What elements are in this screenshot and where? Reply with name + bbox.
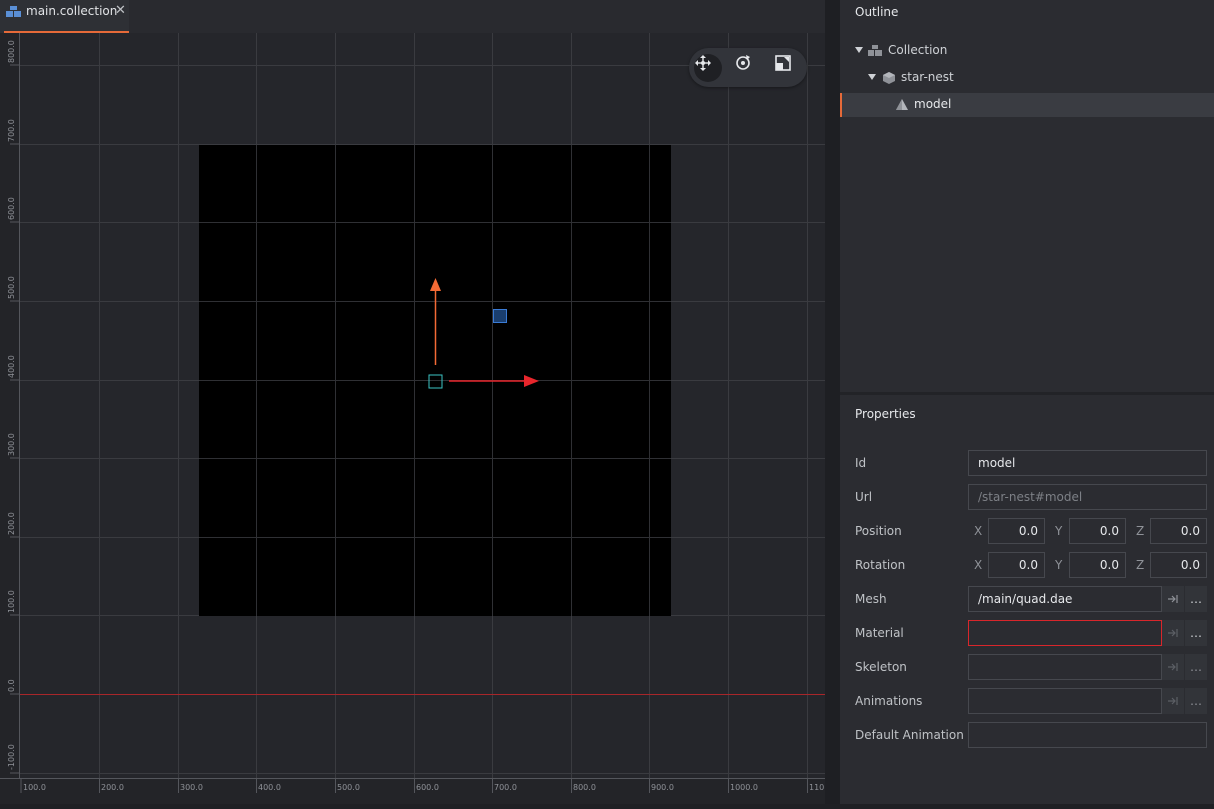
ruler-y-label: 300.0 bbox=[7, 433, 16, 456]
id-field[interactable]: model bbox=[968, 450, 1207, 476]
ruler-y-label: 400.0 bbox=[7, 355, 16, 378]
outline-item-label: Collection bbox=[888, 43, 948, 57]
ruler-x-label: 900.0 bbox=[651, 783, 674, 792]
goto-icon bbox=[1168, 595, 1178, 603]
position-z-label: Z bbox=[1136, 524, 1145, 538]
scale-tool-button[interactable] bbox=[774, 54, 802, 82]
skeleton-goto-button[interactable] bbox=[1162, 654, 1184, 680]
ruler-y-label: -100.0 bbox=[7, 744, 16, 770]
position-x-field[interactable]: 0.0 bbox=[988, 518, 1045, 544]
horizontal-ruler: 100.0 200.0 300.0 400.0 500.0 600.0 700.… bbox=[0, 778, 825, 804]
expand-arrow-icon[interactable] bbox=[868, 74, 876, 80]
mesh-label: Mesh bbox=[855, 592, 887, 606]
properties-title: Properties bbox=[855, 407, 916, 421]
material-label: Material bbox=[855, 626, 904, 640]
position-label: Position bbox=[855, 524, 902, 538]
ruler-y-label: 200.0 bbox=[7, 512, 16, 535]
side-panel: Outline Collection star-nest model Prope… bbox=[840, 0, 1214, 804]
default-animation-label: Default Animation bbox=[855, 728, 964, 742]
id-label: Id bbox=[855, 456, 867, 470]
ruler-y-label: 500.0 bbox=[7, 276, 16, 299]
outline-item-collection[interactable]: Collection bbox=[840, 39, 1214, 63]
ruler-y-label: 100.0 bbox=[7, 590, 16, 613]
rotation-y-label: Y bbox=[1055, 558, 1063, 572]
position-z-field[interactable]: 0.0 bbox=[1150, 518, 1207, 544]
rotate-icon bbox=[736, 55, 750, 70]
goto-icon bbox=[1168, 663, 1178, 671]
outline-panel: Outline Collection star-nest model bbox=[840, 0, 1214, 392]
url-field[interactable]: /star-nest#model bbox=[968, 484, 1207, 510]
animations-label: Animations bbox=[855, 694, 923, 708]
ruler-x-label: 110 bbox=[809, 783, 824, 792]
ruler-y-label: 700.0 bbox=[7, 119, 16, 142]
mesh-field[interactable]: /main/quad.dae bbox=[968, 586, 1162, 612]
material-goto-button[interactable] bbox=[1162, 620, 1184, 646]
skeleton-field[interactable] bbox=[968, 654, 1162, 680]
mesh-browse-button[interactable]: … bbox=[1185, 586, 1207, 612]
expand-arrow-icon[interactable] bbox=[855, 47, 863, 53]
ruler-y-label: 0.0 bbox=[7, 679, 16, 692]
ruler-x-label: 700.0 bbox=[494, 783, 517, 792]
rotation-y-field[interactable]: 0.0 bbox=[1069, 552, 1126, 578]
game-object-icon bbox=[883, 72, 895, 84]
move-icon bbox=[695, 55, 711, 71]
ruler-x-label: 600.0 bbox=[416, 783, 439, 792]
scene-editor: main.collection ✕ 800.0 700.0 600.0 500.… bbox=[0, 0, 825, 804]
tab-bar: main.collection ✕ bbox=[0, 0, 825, 33]
mesh-goto-button[interactable] bbox=[1162, 586, 1184, 612]
url-label: Url bbox=[855, 490, 873, 504]
position-x-label: X bbox=[974, 524, 983, 538]
animations-goto-button[interactable] bbox=[1162, 688, 1184, 714]
selection-indicator bbox=[840, 93, 842, 117]
default-animation-field[interactable] bbox=[968, 722, 1207, 748]
skeleton-browse-button[interactable]: … bbox=[1185, 654, 1207, 680]
close-icon[interactable]: ✕ bbox=[115, 3, 126, 18]
ruler-x-label: 500.0 bbox=[337, 783, 360, 792]
material-field[interactable] bbox=[968, 620, 1162, 646]
transform-toolbar bbox=[689, 48, 807, 87]
material-browse-button[interactable]: … bbox=[1185, 620, 1207, 646]
animations-field[interactable] bbox=[968, 688, 1162, 714]
goto-icon bbox=[1168, 629, 1178, 637]
ruler-x-label: 100.0 bbox=[23, 783, 46, 792]
position-y-label: Y bbox=[1055, 524, 1063, 538]
model-icon bbox=[896, 99, 908, 110]
ruler-x-label: 300.0 bbox=[180, 783, 203, 792]
collection-icon bbox=[868, 45, 882, 56]
scene-viewport[interactable] bbox=[0, 33, 825, 804]
scale-icon bbox=[775, 55, 791, 71]
ruler-x-label: 200.0 bbox=[101, 783, 124, 792]
tab-main-collection[interactable]: main.collection ✕ bbox=[0, 0, 129, 33]
outline-title: Outline bbox=[855, 5, 899, 19]
rotation-x-label: X bbox=[974, 558, 983, 572]
ruler-x-label: 1000.0 bbox=[730, 783, 758, 792]
vertical-ruler: 800.0 700.0 600.0 500.0 400.0 300.0 200.… bbox=[0, 33, 20, 778]
goto-icon bbox=[1168, 697, 1178, 705]
ruler-x-label: 800.0 bbox=[573, 783, 596, 792]
rotation-x-field[interactable]: 0.0 bbox=[988, 552, 1045, 578]
collection-icon bbox=[6, 6, 21, 17]
rotate-tool-button[interactable] bbox=[734, 54, 762, 82]
ruler-x-label: 400.0 bbox=[258, 783, 281, 792]
skeleton-label: Skeleton bbox=[855, 660, 907, 674]
tab-label: main.collection bbox=[26, 4, 118, 18]
panel-splitter[interactable] bbox=[825, 0, 840, 804]
outline-item-model[interactable]: model bbox=[840, 93, 1214, 117]
rotation-label: Rotation bbox=[855, 558, 906, 572]
rotation-z-label: Z bbox=[1136, 558, 1145, 572]
outline-item-star-nest[interactable]: star-nest bbox=[840, 66, 1214, 90]
outline-item-label: model bbox=[914, 97, 952, 111]
move-tool-button[interactable] bbox=[694, 54, 722, 82]
position-y-field[interactable]: 0.0 bbox=[1069, 518, 1126, 544]
properties-panel: Properties Id model Url /star-nest#model… bbox=[840, 395, 1214, 804]
ruler-y-label: 600.0 bbox=[7, 197, 16, 220]
animations-browse-button[interactable]: … bbox=[1185, 688, 1207, 714]
ruler-y-label: 800.0 bbox=[7, 40, 16, 63]
outline-item-label: star-nest bbox=[901, 70, 954, 84]
rotation-z-field[interactable]: 0.0 bbox=[1150, 552, 1207, 578]
